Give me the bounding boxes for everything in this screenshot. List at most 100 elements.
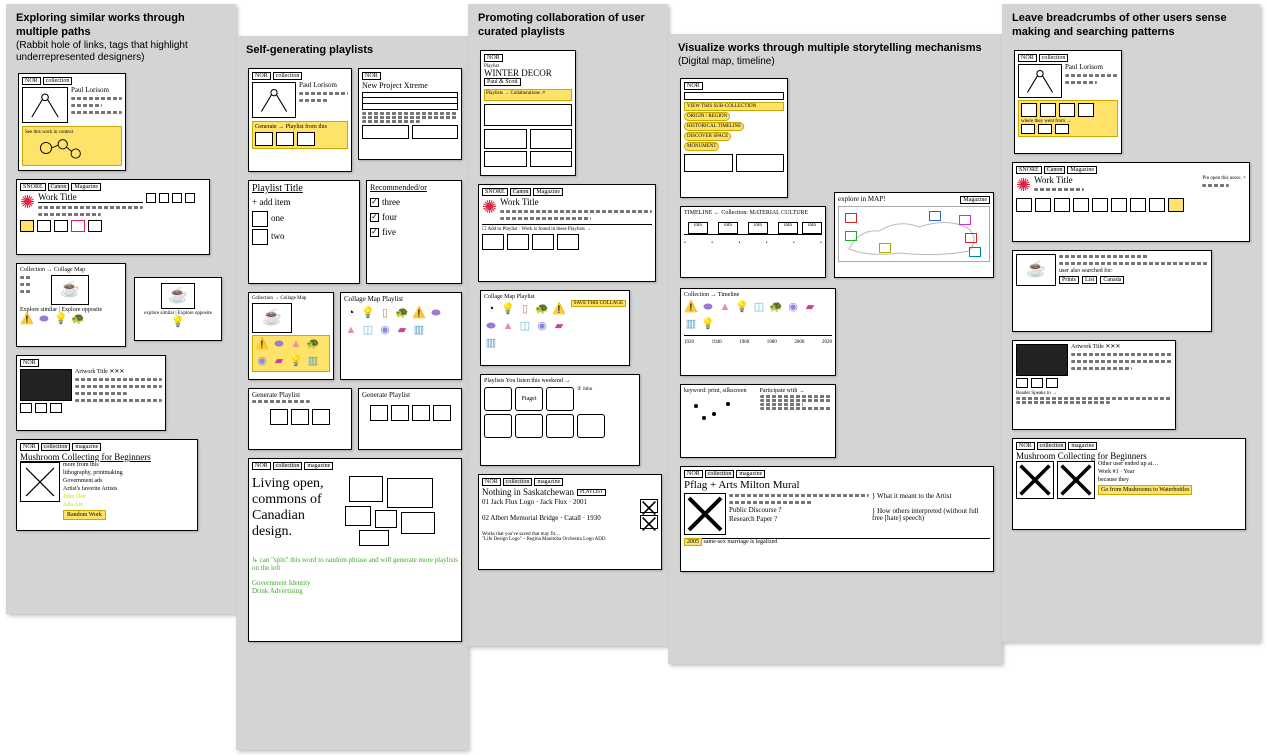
filter-timeline[interactable]: HISTORICAL TIMELINE — [684, 122, 744, 131]
lamp-icon: ◔ — [484, 303, 498, 317]
tab-nor: NOR — [482, 478, 501, 486]
column-icon: ▥ — [412, 324, 426, 338]
sketch-timeline-icons[interactable]: Collection → Timeline ⚠️ ⬬ ▲ 💡 ◫ 🐢 ◉ ▰ ▥… — [680, 288, 836, 376]
droplet-icon: ⬬ — [701, 300, 715, 314]
checkbox-icon[interactable]: ✓ — [370, 228, 379, 237]
sketch-paul-rabbit-hole[interactable]: NORcollection Paul Lorisom See this work… — [18, 73, 126, 171]
swirl-icon: ◉ — [786, 300, 800, 314]
sketch-leaf-strip[interactable]: SNORECanonMagazine ✺ Work Title Pin open… — [1012, 162, 1250, 242]
turtle-icon: 🐢 — [769, 300, 783, 314]
car-icon: ▰ — [803, 300, 817, 314]
tab-collection: collection — [273, 72, 303, 80]
bulb-icon: 💡 — [289, 355, 303, 369]
filter-view[interactable]: VIEW THIS SUB-COLLECTION — [684, 102, 784, 111]
tab-collection: collection — [1039, 54, 1069, 62]
tab-nor: NOR — [484, 54, 503, 62]
cupcake-icon: ▲ — [718, 300, 732, 314]
tab-canon: Canon — [510, 188, 532, 196]
car-icon: ▰ — [552, 320, 566, 334]
sketch-saskatchewan[interactable]: NORcollectionmagazine Nothing in Saskatc… — [478, 474, 662, 570]
thumb-artist-name: Paul Lorisom — [71, 87, 122, 94]
board-subtitle: (Rabbit hole of links, tags that highlig… — [16, 40, 226, 65]
add-item-button[interactable]: + add item — [252, 198, 356, 207]
column-icon: ▥ — [484, 337, 498, 351]
sketch-generate-small-1[interactable]: Generate Playlist — [248, 388, 352, 450]
sketch-mug-explore[interactable]: Collection → Collage Map ☕ Explore simil… — [16, 263, 126, 347]
pflag-title: Pflag + Arts Milton Mural — [684, 480, 990, 491]
generate-playlist-panel[interactable]: Generate → Playlist from this — [252, 121, 348, 149]
tab-collection: collection — [41, 443, 71, 451]
sketch-icon-collage[interactable]: Collage Map Playlist SAVE THIS COLLAGE ◔… — [480, 290, 630, 366]
save-collage-button[interactable]: SAVE THIS COLLAGE — [571, 300, 626, 307]
sketch-winter-decor[interactable]: NOR Playlist WINTER DECOR Paul & Scott P… — [480, 50, 576, 176]
sketch-playlists-listened[interactable]: Playlists You listen this weekend → Piag… — [480, 374, 640, 466]
tab-nor: NOR — [684, 82, 703, 90]
sketch-collage-map-icons[interactable]: Collage Map Playlist ◔ 💡 ▯ 🐢 ⚠️ ⬬ ▲ ◫ ◉ … — [340, 292, 462, 380]
sketch-dark-article[interactable]: NOR Artwork Title ✕✕✕ — [16, 355, 166, 431]
thumbs-area: NOR Playlist WINTER DECOR Paul & Scott P… — [478, 46, 658, 636]
tab-nor: NOR — [252, 462, 271, 470]
sketch-leaf-playlist[interactable]: SNORECanonMagazine ✺ Work Title ☐ Add to… — [478, 184, 656, 282]
sketch-new-project[interactable]: NOR New Project Xtreme — [358, 68, 462, 160]
board-subtitle: (Digital map, timeline) — [678, 56, 992, 69]
sketch-paul-generate[interactable]: NORcollection Paul Lorisom Generate → Pl… — [248, 68, 352, 172]
jar-icon: ◫ — [361, 324, 375, 338]
filter-discover[interactable]: DISCOVER SPACE — [684, 132, 731, 141]
sketch-mushrooms[interactable]: NORcollectionmagazine Mushroom Collectin… — [16, 439, 198, 531]
sketch-timeline[interactable]: TIMELINE ← Collection: MATERIAL CULTURE … — [680, 206, 826, 278]
sketch-playlist-builder[interactable]: Playlist Title + add item one two — [248, 180, 360, 284]
warning-icon: ⚠️ — [255, 338, 269, 352]
sketch-canada-map[interactable]: explore in MAP!Magazine — [834, 192, 994, 278]
jar-icon: ◫ — [518, 320, 532, 334]
tab-nor: NOR — [20, 443, 39, 451]
filter-origin[interactable]: ORIGIN / REGION — [684, 112, 730, 121]
checkbox-icon[interactable]: ✓ — [370, 198, 379, 207]
cupcake-icon: ▲ — [289, 338, 303, 352]
warning-icon: ⚠️ — [412, 307, 426, 321]
sketch-recommended[interactable]: Recommended/or ✓three ✓four ✓five — [366, 180, 462, 284]
sketch-work-title-leaf[interactable]: SNORECanonMagazine ✺ Work Title — [16, 179, 210, 255]
tab-collection: collection — [1037, 442, 1067, 450]
droplet-icon: ⬬ — [429, 307, 443, 321]
coffee-mug-icon: ☕ — [168, 288, 188, 304]
sketch-mug-searched[interactable]: ☕ user also searched for: PrintsListCana… — [1012, 250, 1212, 332]
sketch-mug-mini[interactable]: ☕ explore similar | Explore opposite 💡 — [134, 277, 222, 341]
lamp-icon: ◔ — [344, 307, 358, 321]
car-icon: ▰ — [272, 355, 286, 369]
sketch-mug-icons-yellow[interactable]: Collection → Collage Map ☕ ⚠️ ⬬ ▲ 🐢 ◉ ▰ … — [248, 292, 334, 380]
spin-annotation: ↳ can "spin" this word to random phrase … — [252, 556, 458, 573]
swirl-icon: ◉ — [255, 355, 269, 369]
sketch-keywords[interactable]: keyword: print, silkscreen Participate w… — [680, 384, 836, 458]
board-title: Leave breadcrumbs of other users sense m… — [1012, 12, 1250, 40]
tab-nor: NOR — [252, 72, 271, 80]
sketch-pflag[interactable]: NORcollectionmagazine Pflag + Arts Milto… — [680, 466, 994, 572]
turtle-icon: 🐢 — [306, 338, 320, 352]
tab-collection: collection — [273, 462, 303, 470]
filter-monument[interactable]: MONUMENT — [684, 142, 719, 151]
checkbox-icon[interactable]: ✓ — [370, 213, 379, 222]
tab-snore: SNORE — [20, 183, 46, 191]
sketch-living-open[interactable]: NORcollectionmagazine Living open, commo… — [248, 458, 462, 642]
jar-icon: ◫ — [752, 300, 766, 314]
board-title: Exploring similar works through multiple… — [16, 12, 226, 40]
board-exploring: Exploring similar works through multiple… — [6, 4, 236, 614]
droplet-icon: ⬬ — [37, 313, 51, 327]
tab-magazine: Magazine — [1067, 166, 1097, 174]
random-work-button[interactable]: Random Work — [63, 510, 106, 520]
bulb-icon: 💡 — [701, 317, 715, 331]
tab-nor: NOR — [20, 359, 39, 367]
cupcake-icon: ▲ — [501, 320, 515, 334]
sketch-generate-small-2[interactable]: Generate Playlist — [358, 388, 462, 450]
sketch-mushrooms-crumbs[interactable]: NORcollectionmagazine Mushroom Collectin… — [1012, 438, 1246, 530]
sketch-filter-panel[interactable]: NOR VIEW THIS SUB-COLLECTION ORIGIN / RE… — [680, 78, 788, 198]
tab-magazine: magazine — [72, 443, 101, 451]
tab-magazine: Magazine — [71, 183, 101, 191]
sketch-dark-article-2[interactable]: Artwork Title ✕✕✕ Reader Speaks to → — [1012, 340, 1176, 430]
warning-icon: ⚠️ — [20, 313, 34, 327]
tab-nor: NOR — [1016, 442, 1035, 450]
tab-magazine: magazine — [736, 470, 765, 478]
droplet-icon: ⬬ — [484, 320, 498, 334]
thumbs-area: NORcollection Paul Lorisom where they we… — [1012, 46, 1250, 632]
sketch-paul-shelf[interactable]: NORcollection Paul Lorisom where they we… — [1014, 50, 1122, 154]
go-from-button[interactable]: Go from Mushrooms to Waterbottles — [1098, 485, 1192, 495]
